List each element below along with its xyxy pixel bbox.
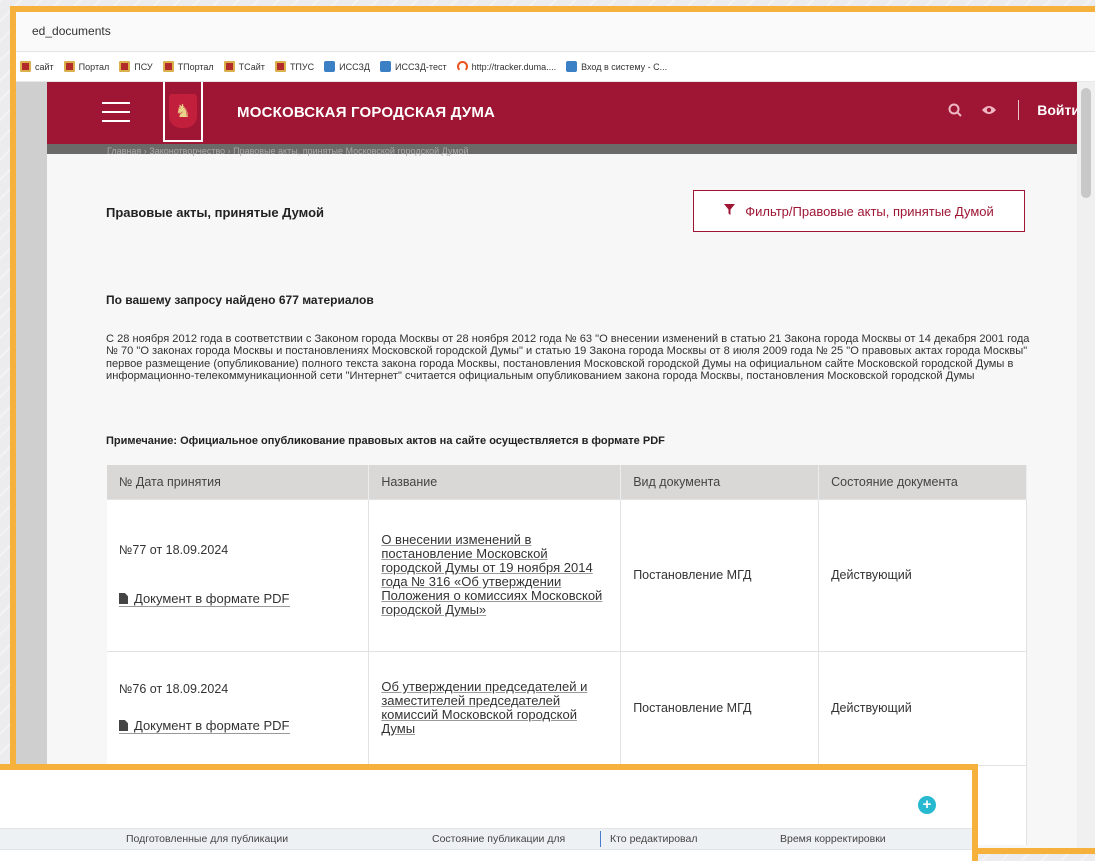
number-date: №77 от 18.09.2024: [119, 543, 229, 557]
scrollbar-thumb[interactable]: [1081, 88, 1091, 198]
header-actions: Войти: [946, 100, 1080, 120]
col-number-date: № Дата принятия: [107, 465, 370, 499]
bookmarks-bar: сайт Портал ПСУ ТПортал ТСайт ТПУС ИССЗД…: [16, 52, 1095, 82]
document-status: Действующий: [818, 498, 1027, 651]
hamburger-icon: [102, 102, 130, 104]
pdf-link[interactable]: Документ в формате PDF: [119, 591, 290, 607]
admin-table-header: Подготовленные для публикации Состояние …: [0, 828, 972, 850]
bookmark-tracker[interactable]: http://tracker.duma....: [456, 61, 556, 72]
bookmark-icon: [380, 61, 392, 72]
document-title-link[interactable]: Об утверждении председателей и заместите…: [381, 680, 608, 736]
col-prepared[interactable]: Подготовленные для публикации: [126, 833, 288, 845]
bookmark-tsite[interactable]: ТСайт: [223, 61, 265, 72]
bookmark-tportal[interactable]: ТПортал: [162, 61, 214, 72]
document-title-link[interactable]: О внесении изменений в постановление Мос…: [381, 533, 608, 617]
site-header: ♞ МОСКОВСКАЯ ГОРОДСКАЯ ДУМА Войти: [47, 82, 1092, 144]
col-edited-by[interactable]: Кто редактировал: [610, 833, 697, 845]
legal-note: С 28 ноября 2012 года в соответствии с З…: [106, 333, 1030, 382]
bookmark-isszd-test[interactable]: ИССЗД-тест: [380, 61, 447, 72]
file-icon: [119, 720, 128, 731]
add-button[interactable]: +: [918, 796, 936, 814]
col-title: Название: [368, 465, 622, 499]
col-doc-status: Состояние документа: [818, 465, 1027, 499]
address-bar[interactable]: ed_documents: [16, 12, 1095, 52]
funnel-icon: [724, 204, 736, 218]
document-status: Действующий: [818, 650, 1027, 765]
bookmark-site[interactable]: сайт: [20, 61, 54, 72]
site-page: ♞ МОСКОВСКАЯ ГОРОДСКАЯ ДУМА Войти Главна…: [47, 82, 1092, 848]
bookmark-login[interactable]: Вход в систему - С...: [566, 61, 667, 72]
eye-icon[interactable]: [980, 101, 998, 119]
tracker-icon: [456, 61, 468, 72]
bookmark-icon: [223, 61, 235, 72]
document-type: Постановление МГД: [620, 498, 820, 651]
bookmark-icon: [63, 61, 75, 72]
col-doc-type: Вид документа: [620, 465, 820, 499]
col-edit-time[interactable]: Время корректировки: [780, 833, 886, 845]
bookmark-icon: [119, 61, 131, 72]
emblem-logo[interactable]: ♞: [163, 82, 203, 142]
scrollbar[interactable]: [1077, 82, 1095, 848]
column-divider[interactable]: [600, 831, 601, 847]
browser-screenshot: ed_documents сайт Портал ПСУ ТПортал ТСа…: [10, 6, 1095, 854]
bookmark-icon: [324, 61, 336, 72]
bookmark-icon: [566, 61, 578, 72]
breadcrumb[interactable]: Главная › Законотворчество › Правовые ак…: [107, 146, 469, 156]
coat-of-arms-icon: ♞: [169, 94, 197, 128]
bookmark-psu[interactable]: ПСУ: [119, 61, 153, 72]
admin-screenshot: + Подготовленные для публикации Состояни…: [0, 764, 978, 861]
table-row: №76 от 18.09.2024 Документ в формате PDF…: [107, 650, 1027, 765]
file-icon: [119, 593, 128, 604]
filter-label: Фильтр/Правовые акты, принятые Думой: [745, 203, 994, 219]
header-divider: [1018, 100, 1020, 120]
login-button[interactable]: Войти: [1037, 102, 1080, 118]
col-publish-state[interactable]: Состояние публикации для: [432, 833, 565, 845]
page-viewport: ♞ МОСКОВСКАЯ ГОРОДСКАЯ ДУМА Войти Главна…: [16, 82, 1095, 848]
results-count: По вашему запросу найдено 677 материалов: [106, 293, 374, 307]
menu-button[interactable]: [102, 102, 130, 122]
number-date: №76 от 18.09.2024: [119, 682, 229, 696]
bookmark-icon: [274, 61, 286, 72]
search-icon[interactable]: [946, 101, 964, 119]
publish-note: Примечание: Официальное опубликование пр…: [106, 435, 665, 447]
bookmark-isszd[interactable]: ИССЗД: [324, 61, 370, 72]
bookmark-tpus[interactable]: ТПУС: [274, 61, 314, 72]
pdf-link[interactable]: Документ в формате PDF: [119, 718, 290, 734]
bookmark-portal[interactable]: Портал: [63, 61, 109, 72]
document-type: Постановление МГД: [620, 650, 820, 765]
site-title[interactable]: МОСКОВСКАЯ ГОРОДСКАЯ ДУМА: [237, 104, 495, 121]
table-row: №77 от 18.09.2024 Документ в формате PDF…: [107, 498, 1027, 651]
filter-button[interactable]: Фильтр/Правовые акты, принятые Думой: [693, 190, 1025, 232]
bookmark-icon: [20, 61, 31, 72]
address-text: ed_documents: [32, 24, 111, 38]
bookmark-icon: [162, 61, 174, 72]
page-title: Правовые акты, принятые Думой: [106, 205, 325, 220]
table-header-row: № Дата принятия Название Вид документа С…: [107, 465, 1027, 499]
